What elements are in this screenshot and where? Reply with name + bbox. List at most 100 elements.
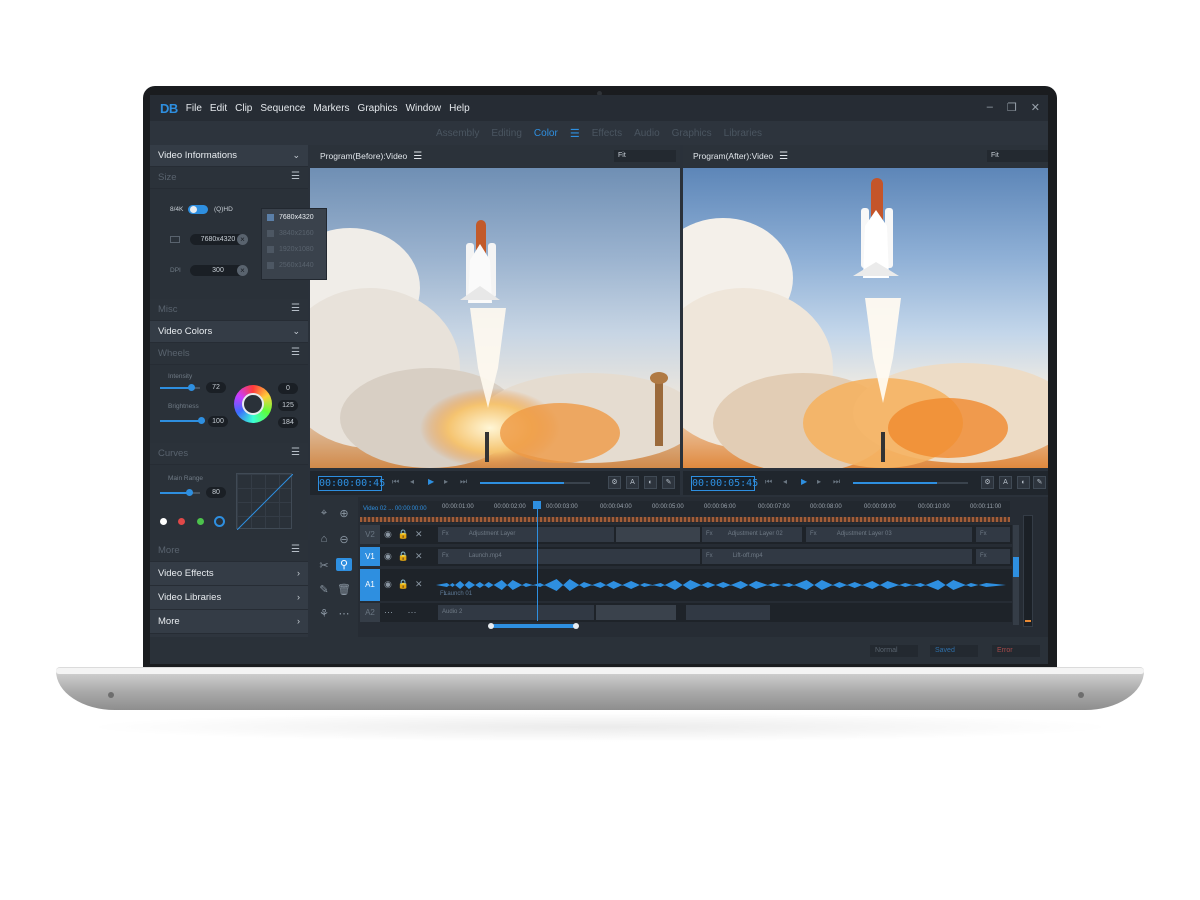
- clip-adjustment-layer-02[interactable]: Fx Adjustment Layer 02: [702, 527, 802, 542]
- play-icon[interactable]: ▶: [801, 477, 807, 486]
- tab-assembly[interactable]: Assembly: [436, 128, 479, 139]
- audio-waveform[interactable]: [436, 577, 1006, 593]
- after-timecode[interactable]: 00:00:05:45: [691, 476, 758, 491]
- clip-launch[interactable]: Fx Launch.mp4: [438, 549, 700, 564]
- more-tools-icon[interactable]: ⋯: [336, 607, 352, 620]
- track-controls[interactable]: ◉🔒✕: [384, 529, 429, 540]
- track-label-v2[interactable]: V2: [360, 525, 380, 544]
- go-to-end-icon[interactable]: ⏭: [833, 477, 840, 487]
- resolution-option[interactable]: 1920x1080: [262, 241, 326, 257]
- channel-dot-green[interactable]: [197, 518, 204, 525]
- curves-graph[interactable]: [236, 473, 294, 531]
- status-saved[interactable]: Saved: [930, 645, 978, 657]
- timeline-zoom-bar[interactable]: [492, 624, 576, 628]
- close-icon[interactable]: ✕: [1031, 101, 1040, 114]
- playhead-handle[interactable]: [533, 501, 541, 509]
- after-fit-select[interactable]: Fit: [987, 150, 1048, 162]
- hamburger-icon[interactable]: ☰: [779, 151, 788, 162]
- track-label-v1[interactable]: V1: [360, 547, 380, 566]
- vertical-scrollbar[interactable]: [1013, 525, 1019, 625]
- status-normal[interactable]: Normal: [870, 645, 918, 657]
- tab-libraries[interactable]: Libraries: [724, 128, 762, 139]
- red-value[interactable]: 0: [278, 383, 298, 394]
- tab-color[interactable]: Color: [534, 128, 558, 139]
- play-icon[interactable]: ▶: [428, 477, 434, 486]
- chevron-down-icon[interactable]: ⌄: [292, 150, 300, 161]
- menu-clip[interactable]: Clip: [235, 103, 252, 114]
- razor-tool-icon[interactable]: ✂: [316, 559, 332, 572]
- timeline-zoom-handle-left[interactable]: [488, 623, 494, 629]
- green-value[interactable]: 125: [278, 400, 298, 411]
- status-error[interactable]: Error: [992, 645, 1040, 657]
- track-controls[interactable]: ⋯ ⋯: [384, 607, 423, 618]
- clip-adjustment-layer[interactable]: Fx Adjustment Layer: [438, 527, 614, 542]
- clip-tail[interactable]: Fx: [976, 549, 1010, 564]
- clip-audio-3[interactable]: [686, 605, 770, 620]
- timeline-ruler[interactable]: Video 02 ... 00:00:00:00 00:00:01:00 00:…: [360, 501, 1010, 523]
- settings-icon[interactable]: ⚙: [981, 476, 994, 489]
- step-forward-icon[interactable]: ▸: [817, 477, 821, 486]
- hamburger-icon[interactable]: ☰: [413, 151, 422, 162]
- tab-editing[interactable]: Editing: [491, 128, 522, 139]
- trash-icon[interactable]: 🗑: [336, 583, 352, 596]
- zoom-out-icon[interactable]: ⊖: [336, 533, 352, 546]
- intensity-slider-knob[interactable]: [188, 384, 195, 391]
- hamburger-icon[interactable]: ☰: [291, 303, 300, 314]
- vertical-scroll-thumb[interactable]: [1013, 557, 1019, 577]
- resolution-add-icon[interactable]: ×: [237, 234, 248, 245]
- menu-sequence[interactable]: Sequence: [260, 103, 305, 114]
- timeline-zoom-handle-right[interactable]: [573, 623, 579, 629]
- tab-graphics[interactable]: Graphics: [672, 128, 712, 139]
- menu-markers[interactable]: Markers: [313, 103, 349, 114]
- resolution-option[interactable]: 2560x1440: [262, 257, 326, 273]
- track-label-a2[interactable]: A2: [360, 603, 380, 622]
- hamburger-icon[interactable]: ☰: [570, 127, 580, 140]
- crop-tool-icon[interactable]: ⌂: [316, 533, 332, 545]
- before-fit-select[interactable]: Fit: [614, 150, 676, 162]
- restore-icon[interactable]: ❐: [1007, 101, 1017, 114]
- hamburger-icon[interactable]: ☰: [291, 347, 300, 358]
- pen-tool-icon[interactable]: ✎: [662, 476, 675, 489]
- pin-tool-icon[interactable]: ⚲: [336, 558, 352, 571]
- menu-edit[interactable]: Edit: [210, 103, 227, 114]
- menu-graphics[interactable]: Graphics: [358, 103, 398, 114]
- video-info-header[interactable]: Video Informations ⌄: [150, 145, 308, 167]
- main-range-value[interactable]: 80: [206, 487, 226, 498]
- resolution-option[interactable]: 3840x2160: [262, 225, 326, 241]
- nav-more[interactable]: More ›: [150, 610, 308, 634]
- size-section-header[interactable]: Size ☰: [150, 167, 308, 189]
- clip-lift-off[interactable]: Fx Lift-off.mp4: [702, 549, 972, 564]
- minimize-icon[interactable]: –: [987, 101, 993, 114]
- selection-tool-icon[interactable]: ⌖: [316, 507, 332, 520]
- step-back-icon[interactable]: ◂: [783, 477, 787, 486]
- track-controls[interactable]: ◉🔒✕: [384, 551, 429, 562]
- clip-tail[interactable]: Fx: [976, 527, 1010, 542]
- step-back-icon[interactable]: ◂: [410, 477, 414, 486]
- color-wheel[interactable]: [234, 385, 272, 423]
- brightness-slider-knob[interactable]: [198, 417, 205, 424]
- pen-tool-icon[interactable]: ✎: [1033, 476, 1046, 489]
- zoom-in-icon[interactable]: ⊕: [336, 507, 352, 520]
- track-controls[interactable]: ◉🔒✕: [384, 579, 429, 590]
- nav-video-effects[interactable]: Video Effects ›: [150, 562, 308, 586]
- resolution-option[interactable]: 7680x4320: [262, 209, 326, 225]
- chevron-down-icon[interactable]: ⌄: [292, 326, 300, 337]
- before-timecode[interactable]: 00:00:00:45: [318, 476, 385, 491]
- text-tool-icon[interactable]: A: [626, 476, 639, 489]
- audio-icon[interactable]: ◐: [644, 476, 657, 489]
- hamburger-icon[interactable]: ☰: [291, 544, 300, 555]
- track-label-a1[interactable]: A1: [360, 569, 380, 601]
- settings-icon[interactable]: ⚙: [608, 476, 621, 489]
- dpi-add-icon[interactable]: ×: [237, 265, 248, 276]
- hamburger-icon[interactable]: ☰: [291, 171, 300, 182]
- step-forward-icon[interactable]: ▸: [444, 477, 448, 486]
- menu-help[interactable]: Help: [449, 103, 470, 114]
- tab-audio[interactable]: Audio: [634, 128, 660, 139]
- playhead[interactable]: [537, 501, 538, 621]
- intensity-value[interactable]: 72: [206, 382, 226, 393]
- tab-effects[interactable]: Effects: [592, 128, 622, 139]
- nav-video-libraries[interactable]: Video Libraries ›: [150, 586, 308, 610]
- clip-audio-2[interactable]: Audio 2: [438, 605, 594, 620]
- more-section-header[interactable]: More ☰: [150, 540, 308, 562]
- go-to-end-icon[interactable]: ⏭: [460, 477, 467, 487]
